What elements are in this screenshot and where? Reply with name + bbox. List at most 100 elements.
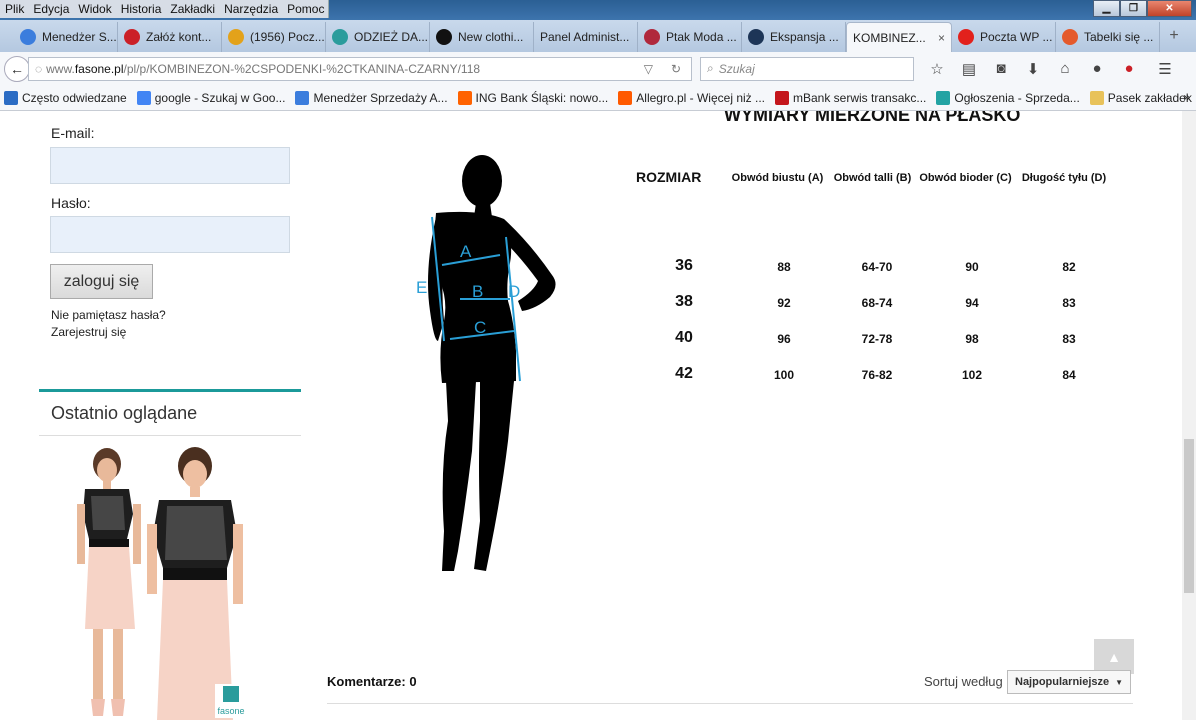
bookmarks-bar: Często odwiedzane google - Szukaj w Goo..… <box>0 85 1196 111</box>
bird-icon <box>644 29 660 45</box>
sort-label: Sortuj według <box>924 674 1003 689</box>
measurement-label-b: B <box>472 282 483 301</box>
back-button[interactable]: ← <box>4 55 30 82</box>
bookmark-item[interactable]: ING Bank Śląski: nowo... <box>457 90 609 105</box>
bookmark-label: Ogłoszenia - Sprzeda... <box>954 90 1080 105</box>
menu-pomoc[interactable]: Pomoc <box>282 0 328 18</box>
tab-5[interactable]: Panel Administ... <box>534 22 638 52</box>
measurement-cell: 100 <box>773 368 795 382</box>
tab-9[interactable]: Poczta WP ... <box>952 22 1056 52</box>
scroll-top-button[interactable]: ▲ <box>1094 639 1134 674</box>
dropdown-arrow-icon[interactable]: ▽ <box>644 62 653 76</box>
email-field[interactable] <box>50 147 290 184</box>
download-icon[interactable]: ⬇ <box>1024 60 1042 78</box>
tab-0[interactable]: Menedżer S... <box>14 22 118 52</box>
chart-icon <box>748 29 764 45</box>
size-table-title: WYMIARY MIERZONE NA PŁASKO <box>724 111 1021 125</box>
tab-3[interactable]: ODZIEŻ DA... <box>326 22 430 52</box>
bookmark-label: mBank serwis transakc... <box>793 90 927 105</box>
tab-10[interactable]: Tabelki się ... <box>1056 22 1160 52</box>
bookmark-item[interactable]: google - Szukaj w Goo... <box>136 90 286 105</box>
bookmarks-overflow-icon[interactable]: » <box>1183 90 1190 104</box>
bookmark-label: Allegro.pl - Więcej niż ... <box>636 90 765 105</box>
bookmark-label: Pasek zakładek <box>1107 90 1192 105</box>
bookmark-icon <box>457 90 472 105</box>
size-cell: 40 <box>675 329 693 346</box>
bookmark-label: ING Bank Śląski: nowo... <box>475 90 609 105</box>
close-tab-icon[interactable]: × <box>938 31 945 45</box>
tab-label: ODZIEŻ DA... <box>354 30 429 44</box>
menu-plik[interactable]: Plik <box>0 0 28 18</box>
scrollbar[interactable] <box>1182 111 1196 720</box>
bookmark-item[interactable]: Często odwiedzane <box>4 90 127 105</box>
measurement-label-c: C <box>474 318 486 337</box>
login-button[interactable]: zaloguj się <box>50 264 153 299</box>
size-cell: 38 <box>675 293 693 310</box>
hamburger-menu-icon[interactable]: ☰ <box>1156 60 1174 78</box>
bookmark-item[interactable]: Allegro.pl - Więcej niż ... <box>618 90 765 105</box>
bookmark-item[interactable]: Menedżer Sprzedaży A... <box>295 90 448 105</box>
menu-zakladki[interactable]: Zakładki <box>165 0 219 18</box>
tab-label: Ptak Moda ... <box>666 30 737 44</box>
menu-widok[interactable]: Widok <box>73 0 115 18</box>
maximize-button[interactable]: ❐ <box>1120 0 1147 17</box>
size-column-header: ROZMIAR <box>636 169 702 185</box>
reading-list-icon[interactable]: ▤ <box>960 60 978 78</box>
section-divider <box>39 389 301 392</box>
size-cell: 36 <box>675 257 693 274</box>
measurement-cell: 64-70 <box>861 260 893 274</box>
comments-count: Komentarze: 0 <box>327 674 417 689</box>
window-close-button[interactable]: ✕ <box>1147 0 1192 17</box>
measurement-cell: 84 <box>1062 368 1076 382</box>
password-field[interactable] <box>50 216 290 253</box>
tab-2[interactable]: (1956) Pocz... <box>222 22 326 52</box>
header-waist: Obwód talli (B) <box>833 172 912 184</box>
bookmark-item[interactable]: Pasek zakładek <box>1089 90 1192 105</box>
tab-label: Załóż kont... <box>146 30 212 44</box>
register-link[interactable]: Zarejestruj się <box>51 325 126 339</box>
password-label: Hasło: <box>51 195 91 211</box>
shop-icon <box>332 29 348 45</box>
bookmark-item[interactable]: Ogłoszenia - Sprzeda... <box>936 90 1080 105</box>
bookmark-icon <box>936 90 951 105</box>
pinterest-icon[interactable]: ● <box>1120 60 1138 78</box>
measurement-cell: 90 <box>965 260 979 274</box>
tab-6[interactable]: Ptak Moda ... <box>638 22 742 52</box>
measurement-cell: 82 <box>1062 260 1076 274</box>
measurement-label-d: D <box>508 282 520 301</box>
bookmark-label: google - Szukaj w Goo... <box>154 90 286 105</box>
new-tab-button[interactable]: + <box>1160 20 1188 52</box>
menu-historia[interactable]: Historia <box>116 0 166 18</box>
bookmark-icon <box>618 90 633 105</box>
menu-narzedzia[interactable]: Narzędzia <box>219 0 282 18</box>
url-bar[interactable]: ◌ www. fasone.pl/pl/p/KOMBINEZON-%2CSPODE… <box>28 56 692 81</box>
home-icon[interactable]: ⌂ <box>1056 60 1074 78</box>
header-back-length: Długość tyłu (D) <box>1021 172 1107 184</box>
bookmark-icon <box>1089 90 1104 105</box>
scrollbar-thumb[interactable] <box>1184 439 1194 593</box>
tab-label: Ekspansja ... <box>770 30 839 44</box>
tab-label: Tabelki się ... <box>1084 30 1154 44</box>
pocket-icon[interactable]: ◙ <box>992 60 1010 78</box>
lifebuoy-icon <box>1062 29 1078 45</box>
tab-1[interactable]: Załóż kont... <box>118 22 222 52</box>
minimize-button[interactable]: ▁ <box>1093 0 1120 17</box>
bookmark-star-icon[interactable]: ☆ <box>928 60 946 78</box>
measurement-label-a: A <box>460 242 472 261</box>
tab-8[interactable]: KOMBINEZ... × <box>846 22 952 52</box>
mail-icon <box>228 29 244 45</box>
measurement-cell: 94 <box>965 296 979 310</box>
search-input[interactable]: ⌕ Szukaj <box>700 56 914 81</box>
tab-4[interactable]: New clothi... <box>430 22 534 52</box>
chat-icon[interactable]: ● <box>1088 60 1106 78</box>
toolbar-icons: ☆ ▤ ◙ ⬇ ⌂ ● ● ☰ <box>928 60 1174 78</box>
forgot-password-link[interactable]: Nie pamiętasz hasła? <box>51 308 166 322</box>
recent-product-image[interactable]: fasone <box>55 444 265 720</box>
bookmark-item[interactable]: mBank serwis transakc... <box>775 90 927 105</box>
bookmark-icon <box>4 90 18 105</box>
sort-select[interactable]: Najpopularniejsze ▼ <box>1007 670 1131 694</box>
tab-7[interactable]: Ekspansja ... <box>742 22 846 52</box>
reload-icon[interactable]: ↻ <box>671 62 681 76</box>
email-label: E-mail: <box>51 125 95 141</box>
menu-edycja[interactable]: Edycja <box>28 0 73 18</box>
